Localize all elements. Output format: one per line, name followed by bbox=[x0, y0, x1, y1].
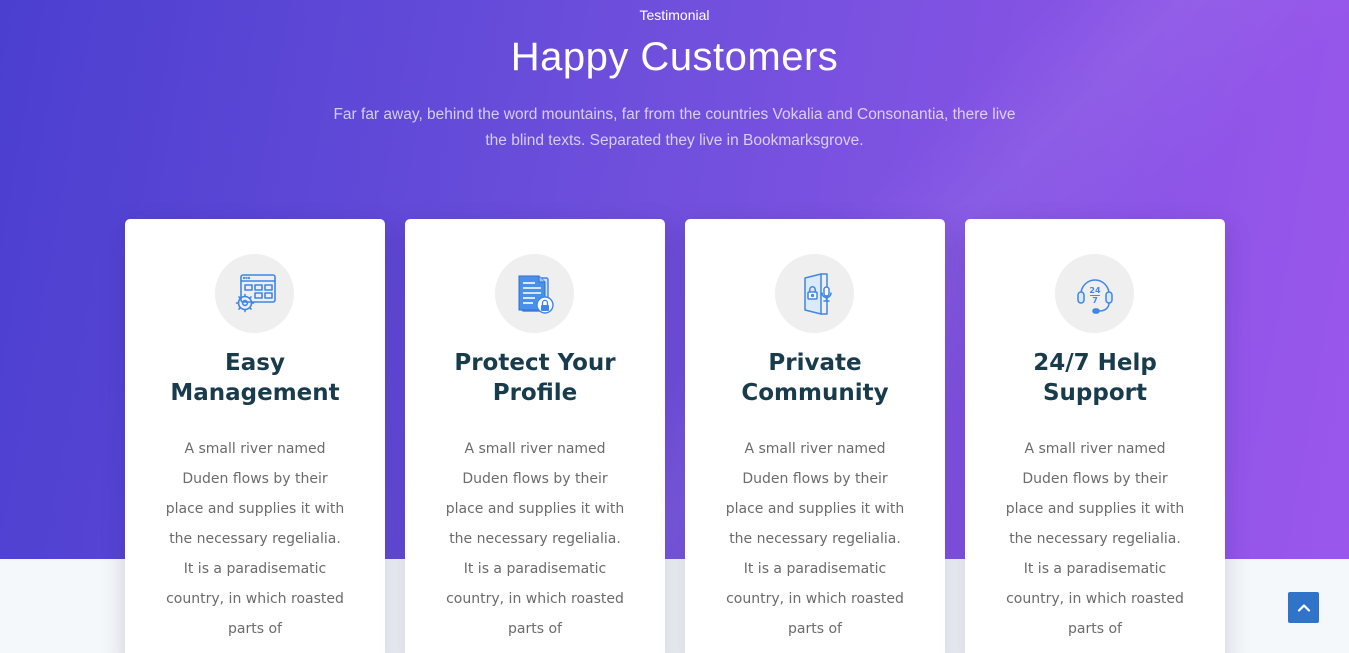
section-title: Happy Customers bbox=[510, 35, 839, 79]
section-eyebrow: Testimonial bbox=[639, 7, 710, 23]
support-icon-top-text: 24 bbox=[1089, 286, 1101, 295]
feature-card-private-community: Private Community A small river named Du… bbox=[685, 219, 945, 653]
card-title: Protect Your Profile bbox=[454, 350, 616, 406]
section-intro: Far far away, behind the word mountains,… bbox=[333, 106, 1016, 149]
feature-card-help-support: 24 7 24/7 Help Support A small river nam… bbox=[965, 219, 1225, 653]
card-title: Easy Management bbox=[170, 350, 340, 406]
support-icon-bottom-text: 7 bbox=[1092, 296, 1098, 305]
feature-cards: Easy Management A small river named Dude… bbox=[125, 219, 1225, 653]
browser-settings-icon bbox=[215, 254, 294, 333]
document-lock-icon bbox=[495, 254, 574, 333]
card-text: A small river named Duden flows by their… bbox=[725, 441, 905, 637]
feature-card-easy-management: Easy Management A small river named Dude… bbox=[125, 219, 385, 653]
door-microphone-lock-icon bbox=[775, 254, 854, 333]
chevron-up-icon bbox=[1297, 603, 1310, 612]
card-title: Private Community bbox=[741, 350, 889, 406]
card-text: A small river named Duden flows by their… bbox=[1005, 441, 1185, 637]
back-to-top-button[interactable] bbox=[1288, 592, 1319, 623]
support-headset-247-icon: 24 7 bbox=[1055, 254, 1134, 333]
card-text: A small river named Duden flows by their… bbox=[165, 441, 345, 637]
feature-card-protect-profile: Protect Your Profile A small river named… bbox=[405, 219, 665, 653]
card-title: 24/7 Help Support bbox=[1033, 350, 1157, 406]
card-text: A small river named Duden flows by their… bbox=[445, 441, 625, 637]
